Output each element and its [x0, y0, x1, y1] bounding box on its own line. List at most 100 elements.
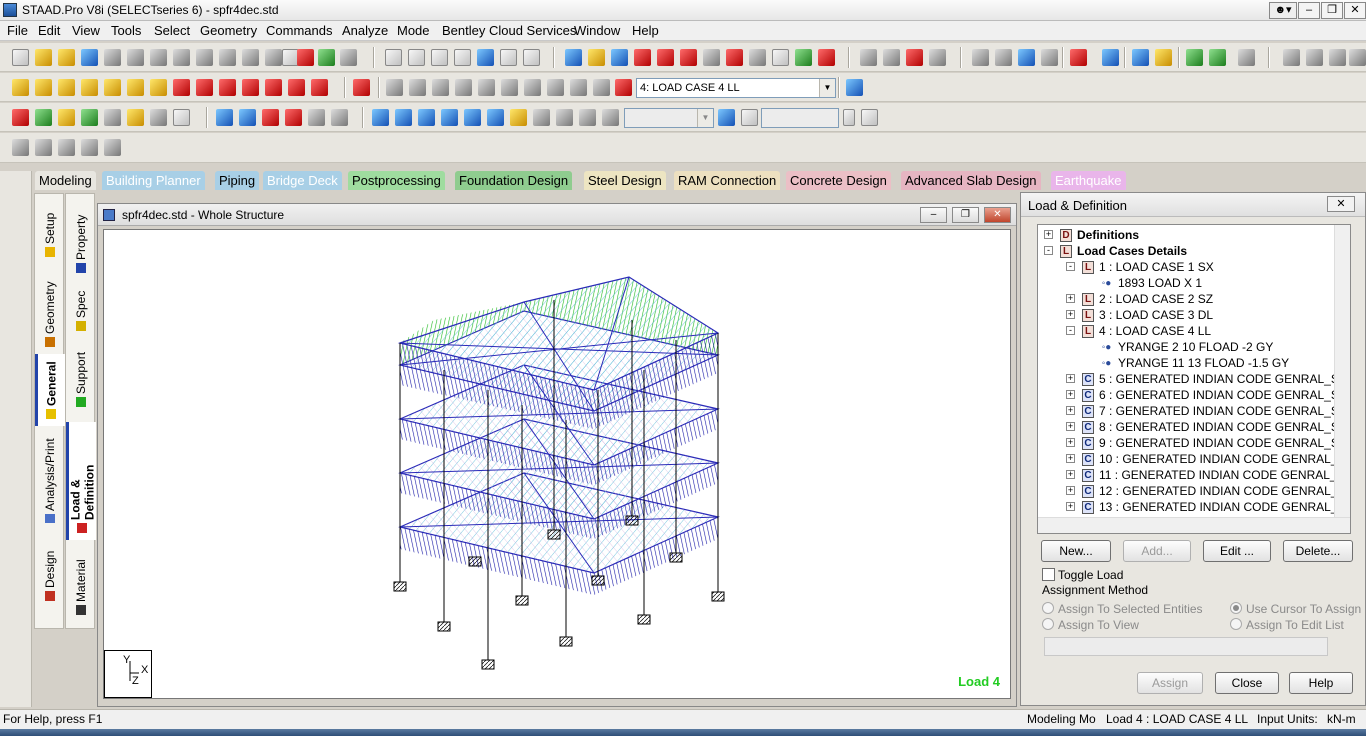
- arrows-icon[interactable]: [7, 582, 23, 598]
- surfaces-cursor-icon[interactable]: [81, 109, 98, 126]
- menu-analyze[interactable]: Analyze: [342, 23, 388, 38]
- whole-structure-icon[interactable]: [353, 79, 370, 96]
- results-select[interactable]: ▼: [624, 108, 714, 128]
- copy-picture-icon[interactable]: [454, 49, 471, 66]
- panel-close-icon[interactable]: ✕: [1327, 196, 1355, 212]
- list-icon[interactable]: [7, 513, 23, 529]
- assign-view-radio[interactable]: [1042, 618, 1054, 630]
- move-icon[interactable]: [7, 467, 23, 483]
- view-from-icon[interactable]: [311, 79, 328, 96]
- open-folder-icon[interactable]: [58, 49, 75, 66]
- copy-icon[interactable]: [127, 49, 144, 66]
- new-file-icon[interactable]: [12, 49, 29, 66]
- tab-geometry[interactable]: Geometry: [35, 272, 65, 354]
- use-cursor-radio[interactable]: [1230, 602, 1242, 614]
- tree-node[interactable]: L Load Cases Details: [1060, 243, 1187, 259]
- magnify-icon[interactable]: [570, 79, 587, 96]
- zoom-previous-icon[interactable]: [501, 79, 518, 96]
- circular-repeat-icon[interactable]: [883, 49, 900, 66]
- beta-angle-icon[interactable]: [81, 139, 98, 156]
- tab-foundation-design[interactable]: Foundation Design: [455, 171, 573, 190]
- menu-bentley-cloud[interactable]: Bentley Cloud Services: [442, 23, 576, 38]
- tab-advanced-slab-design[interactable]: Advanced Slab Design: [901, 171, 1041, 190]
- expand-icon[interactable]: +: [1066, 294, 1075, 303]
- tab-design[interactable]: Design: [35, 538, 65, 608]
- tree-node[interactable]: C 7 : GENERATED INDIAN CODE GENRAL_STR: [1082, 403, 1350, 419]
- tree-node[interactable]: C 6 : GENERATED INDIAN CODE GENRAL_STR: [1082, 387, 1350, 403]
- expand-icon[interactable]: +: [1066, 422, 1075, 431]
- structure-model[interactable]: [104, 230, 1010, 698]
- add-button[interactable]: Add...: [1123, 540, 1191, 562]
- doc-close-button[interactable]: ✕: [984, 207, 1011, 223]
- draw-icon[interactable]: [12, 139, 29, 156]
- solids-select-icon[interactable]: [7, 294, 23, 310]
- model-canvas[interactable]: Y X Z Load 4: [103, 229, 1011, 699]
- spin-left-icon[interactable]: [265, 79, 282, 96]
- results-help-icon[interactable]: [741, 109, 758, 126]
- expand-icon[interactable]: +: [1066, 454, 1075, 463]
- add-plate-icon[interactable]: [308, 109, 325, 126]
- plates-select-icon[interactable]: [7, 271, 23, 287]
- redo-arrow-icon[interactable]: [242, 49, 259, 66]
- undo-icon[interactable]: [196, 49, 213, 66]
- select-icon[interactable]: [7, 202, 23, 218]
- edit-list-field[interactable]: [1044, 637, 1328, 656]
- beams-cursor-icon[interactable]: [35, 109, 52, 126]
- expand-icon[interactable]: +: [1066, 438, 1075, 447]
- i-beam-icon[interactable]: [1132, 49, 1149, 66]
- dynamic-icon[interactable]: [579, 109, 596, 126]
- right-view-icon[interactable]: [104, 79, 121, 96]
- add-beam-icon[interactable]: [285, 109, 302, 126]
- animate-icon[interactable]: [510, 109, 527, 126]
- zoom-window-icon[interactable]: [386, 79, 403, 96]
- license-icon[interactable]: [1238, 49, 1255, 66]
- mirror-struct-icon[interactable]: [7, 605, 23, 621]
- results-value-field[interactable]: [761, 108, 839, 128]
- zoom-extent-icon[interactable]: [478, 79, 495, 96]
- bottom-view-icon[interactable]: [150, 79, 167, 96]
- results-view-icon[interactable]: [718, 109, 735, 126]
- frame-icon[interactable]: [972, 49, 989, 66]
- cut-section-icon[interactable]: [1041, 49, 1058, 66]
- network-icon[interactable]: [318, 49, 335, 66]
- grid-icon[interactable]: [173, 109, 190, 126]
- load-case-select[interactable]: 4: LOAD CASE 4 LL ▼: [636, 78, 836, 98]
- distance-icon[interactable]: [634, 49, 651, 66]
- tree-node[interactable]: ◦● 1893 LOAD X 1: [1100, 275, 1202, 291]
- tab-spec[interactable]: Spec: [66, 286, 96, 338]
- line-icon[interactable]: [331, 109, 348, 126]
- display-node-icon[interactable]: [749, 49, 766, 66]
- tree-node[interactable]: C 10 : GENERATED INDIAN CODE GENRAL_STR: [1082, 451, 1350, 467]
- tree-node[interactable]: C 11 : GENERATED INDIAN CODE GENRAL_STR: [1082, 467, 1350, 483]
- section-icon[interactable]: [602, 109, 619, 126]
- toggle-load-checkbox[interactable]: [1042, 568, 1055, 581]
- search-icon[interactable]: [593, 79, 610, 96]
- expand-icon[interactable]: +: [1066, 486, 1075, 495]
- print-preview-icon[interactable]: [408, 49, 425, 66]
- grid-lines-icon[interactable]: [262, 109, 279, 126]
- tab-earthquake[interactable]: Earthquake: [1051, 171, 1126, 190]
- expand-icon[interactable]: +: [1066, 502, 1075, 511]
- menu-geometry[interactable]: Geometry: [200, 23, 257, 38]
- tree-node[interactable]: C 13 : GENERATED INDIAN CODE GENRAL_STR: [1082, 499, 1350, 515]
- move-down-icon[interactable]: [265, 49, 282, 66]
- pin-icon[interactable]: [7, 651, 23, 667]
- material-save-icon[interactable]: [1209, 49, 1226, 66]
- symbols-icon[interactable]: [565, 49, 582, 66]
- report-alt-icon[interactable]: [1329, 49, 1346, 66]
- tree-node[interactable]: ◦● YRANGE 11 13 FLOAD -1.5 GY: [1100, 355, 1289, 371]
- snap-grid-icon[interactable]: [239, 109, 256, 126]
- plate-cursor-icon[interactable]: [7, 386, 23, 402]
- expand-icon[interactable]: +: [1066, 374, 1075, 383]
- dimension-icon[interactable]: [611, 49, 628, 66]
- force-x-icon[interactable]: [372, 109, 389, 126]
- rotate-left-icon[interactable]: [219, 79, 236, 96]
- tree-horizontal-scrollbar[interactable]: [1038, 517, 1350, 533]
- beam-spec-icon[interactable]: [1155, 49, 1172, 66]
- zoom-out-icon[interactable]: [455, 79, 472, 96]
- support-icon[interactable]: [1070, 49, 1087, 66]
- warning-icon[interactable]: [615, 79, 632, 96]
- cut-icon[interactable]: [104, 49, 121, 66]
- tab-modeling[interactable]: Modeling: [35, 171, 96, 190]
- print-current-view-icon[interactable]: [431, 49, 448, 66]
